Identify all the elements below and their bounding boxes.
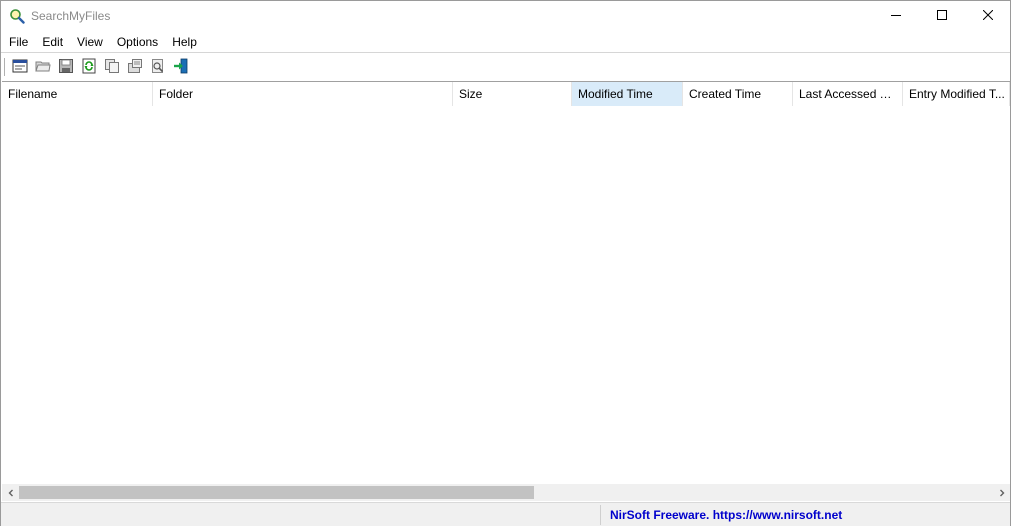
maximize-icon xyxy=(937,9,947,23)
save-button[interactable] xyxy=(56,57,76,77)
horizontal-scrollbar[interactable] xyxy=(2,484,1010,501)
chevron-right-icon xyxy=(998,486,1006,500)
app-window: SearchMyFiles File Edit View Options Hel… xyxy=(0,0,1011,526)
toolbar xyxy=(1,52,1010,80)
save-icon xyxy=(58,58,74,77)
column-header-last-accessed-time[interactable]: Last Accessed Ti... xyxy=(793,82,903,106)
refresh-button[interactable] xyxy=(79,57,99,77)
title-bar[interactable]: SearchMyFiles xyxy=(1,1,1010,31)
menu-help[interactable]: Help xyxy=(165,33,204,51)
open-folder-icon xyxy=(35,58,51,77)
column-header-created-time[interactable]: Created Time xyxy=(683,82,793,106)
minimize-button[interactable] xyxy=(873,1,919,31)
scroll-left-button[interactable] xyxy=(2,484,19,501)
column-header-modified-time[interactable]: Modified Time xyxy=(572,82,683,106)
chevron-left-icon xyxy=(7,486,15,500)
scroll-right-button[interactable] xyxy=(993,484,1010,501)
nirsoft-link[interactable]: NirSoft Freeware. https://www.nirsoft.ne… xyxy=(610,508,842,522)
menu-bar: File Edit View Options Help xyxy=(1,32,1010,52)
find-button[interactable] xyxy=(148,57,168,77)
window-title: SearchMyFiles xyxy=(31,9,111,23)
find-icon xyxy=(150,58,166,77)
menu-view[interactable]: View xyxy=(70,33,110,51)
column-header-row: Filename Folder Size Modified Time Creat… xyxy=(2,82,1010,106)
column-header-filename[interactable]: Filename xyxy=(2,82,153,106)
close-button[interactable] xyxy=(965,1,1011,31)
copy-icon xyxy=(104,58,120,77)
status-pane-main xyxy=(1,505,601,525)
results-list[interactable]: Filename Folder Size Modified Time Creat… xyxy=(2,81,1010,501)
properties-icon xyxy=(127,58,143,77)
menu-options[interactable]: Options xyxy=(110,33,165,51)
minimize-icon xyxy=(891,9,901,23)
open-folder-button[interactable] xyxy=(33,57,53,77)
toolbar-grip xyxy=(4,58,5,76)
menu-edit[interactable]: Edit xyxy=(35,33,70,51)
search-options-button[interactable] xyxy=(10,57,30,77)
menu-file[interactable]: File xyxy=(2,33,35,51)
status-bar: NirSoft Freeware. https://www.nirsoft.ne… xyxy=(1,502,1010,526)
column-header-folder[interactable]: Folder xyxy=(153,82,453,106)
maximize-button[interactable] xyxy=(919,1,965,31)
close-icon xyxy=(982,9,994,23)
column-header-entry-modified-time[interactable]: Entry Modified T... xyxy=(903,82,1010,106)
copy-button[interactable] xyxy=(102,57,122,77)
exit-icon xyxy=(173,58,189,77)
refresh-icon xyxy=(81,58,97,77)
search-options-icon xyxy=(12,58,28,77)
magnifier-app-icon xyxy=(9,8,25,24)
scroll-thumb[interactable] xyxy=(19,486,534,499)
properties-button[interactable] xyxy=(125,57,145,77)
column-header-size[interactable]: Size xyxy=(453,82,572,106)
exit-button[interactable] xyxy=(171,57,191,77)
